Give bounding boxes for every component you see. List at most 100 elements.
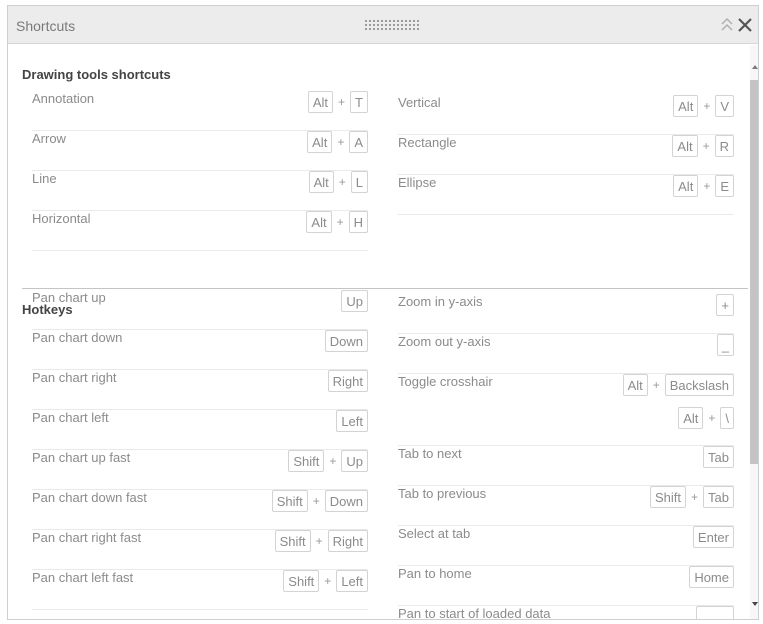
key-cap: Tab (703, 486, 734, 508)
key-combo: Tab (703, 446, 734, 468)
shortcut-row-annotation: Annotation Alt + T (32, 91, 368, 131)
shortcut-label: Pan chart left fast (32, 570, 134, 585)
key-combo: Alt + E (673, 175, 734, 197)
grip-dot (405, 28, 407, 30)
key-cap: Right (327, 370, 368, 392)
plus-separator: + (703, 99, 711, 113)
shortcut-row-pan-chart-up: Pan chart up Up (32, 290, 368, 330)
scroll-up-arrow-icon[interactable] (750, 59, 758, 69)
key-cap: T (350, 91, 368, 113)
grip-dot (409, 28, 411, 30)
plus-separator: + (324, 574, 332, 588)
grip-dot (365, 28, 367, 30)
collapse-icon[interactable] (719, 15, 735, 35)
key-combo: Down (324, 330, 368, 352)
grip-dot (381, 28, 383, 30)
plus-separator: + (329, 454, 337, 468)
key-cap: Left (336, 570, 368, 592)
key-cap: Tab (703, 446, 734, 468)
grip-dot (389, 24, 391, 26)
plus-separator: + (702, 139, 710, 153)
key-cap: Alt (673, 175, 699, 197)
shortcut-label: Tab to previous (398, 486, 487, 501)
shortcut-row-tab-to-next: Tab to next Tab (398, 446, 734, 486)
key-combo: Alt + Backslash (622, 374, 734, 396)
shortcut-row-rectangle: Rectangle Alt + R (398, 135, 734, 175)
key-cap: Enter (692, 526, 734, 548)
grip-dot (373, 20, 375, 22)
shortcut-label: Ellipse (398, 175, 437, 190)
key-cap: L (350, 171, 368, 193)
key-combo: Shift + Down (271, 490, 368, 512)
shortcut-row-line: Line Alt + L (32, 171, 368, 211)
key-combo-alternate: Alt + \ (678, 407, 734, 429)
key-cap: Alt (622, 374, 648, 396)
shortcut-label: Pan to home (398, 566, 472, 581)
row-divider (32, 609, 368, 610)
grip-dot (401, 28, 403, 30)
section-title-drawing-tools: Drawing tools shortcuts (22, 67, 171, 82)
grip-dot (393, 28, 395, 30)
shortcut-label: Pan chart right (32, 370, 117, 385)
shortcut-row-pan-to-start-of-loaded-data: Pan to start of loaded data (398, 606, 734, 620)
grip-dot (405, 24, 407, 26)
key-combo: Alt + H (306, 211, 368, 233)
scrollbar-thumb[interactable] (750, 80, 758, 464)
title-bar[interactable]: Shortcuts (8, 6, 758, 44)
key-cap: Down (324, 330, 368, 352)
shortcut-row-select-at-tab: Select at tab Enter (398, 526, 734, 566)
plus-separator: + (338, 95, 346, 109)
grip-dot (413, 24, 415, 26)
key-combo: + (716, 294, 734, 316)
shortcut-row-pan-chart-up-fast: Pan chart up fast Shift + Up (32, 450, 368, 490)
shortcut-row-pan-to-home: Pan to home Home (398, 566, 734, 606)
shortcut-label: Toggle crosshair (398, 374, 493, 389)
key-cap: + (716, 294, 734, 316)
shortcut-label: Pan chart up (32, 290, 106, 305)
grip-dot (369, 20, 371, 22)
shortcut-label: Tab to next (398, 446, 462, 461)
plus-separator: + (336, 215, 344, 229)
shortcut-row-pan-chart-right-fast: Pan chart right fast Shift + Right (32, 530, 368, 570)
close-icon[interactable] (737, 15, 753, 35)
key-cap: Left (336, 410, 368, 432)
drag-grip-icon[interactable] (365, 20, 421, 30)
key-cap: Shift (288, 450, 325, 472)
grip-dot (389, 20, 391, 22)
grip-dot (365, 24, 367, 26)
key-cap: H (348, 211, 368, 233)
key-cap: Right (327, 530, 368, 552)
grip-dot (369, 28, 371, 30)
shortcut-label: Horizontal (32, 211, 91, 226)
shortcut-label: Annotation (32, 91, 95, 106)
shortcut-label: Pan chart left (32, 410, 109, 425)
grip-dot (377, 28, 379, 30)
grip-dot (417, 24, 419, 26)
grip-dot (409, 24, 411, 26)
scroll-down-arrow-icon[interactable] (750, 596, 758, 606)
key-cap: Backslash (664, 374, 734, 396)
grip-dot (377, 24, 379, 26)
shortcut-row-ellipse: Ellipse Alt + E (398, 175, 734, 215)
section-divider (22, 288, 748, 289)
shortcuts-content: Drawing tools shortcuts Annotation Alt + T A… (8, 45, 748, 620)
key-combo: Left (336, 410, 368, 432)
grip-dot (385, 28, 387, 30)
shortcut-row-pan-chart-down: Pan chart down Down (32, 330, 368, 370)
shortcut-row-tab-to-previous: Tab to previous Shift + Tab (398, 486, 734, 526)
key-cap: V (715, 95, 734, 117)
grip-dot (401, 20, 403, 22)
grip-dot (417, 20, 419, 22)
key-combo: Home (689, 566, 734, 588)
vertical-scrollbar[interactable] (750, 45, 758, 619)
shortcut-label: Zoom in y-axis (398, 294, 483, 309)
key-combo: Alt + L (308, 171, 368, 193)
grip-dot (385, 24, 387, 26)
shortcut-label: Select at tab (398, 526, 471, 541)
shortcut-label: Pan to start of loaded data (398, 606, 551, 620)
shortcut-row-pan-chart-left: Pan chart left Left (32, 410, 368, 450)
key-combo: Alt + V (673, 95, 734, 117)
key-cap: Alt (678, 407, 704, 429)
key-cap: A (349, 131, 368, 153)
grip-dot (393, 20, 395, 22)
